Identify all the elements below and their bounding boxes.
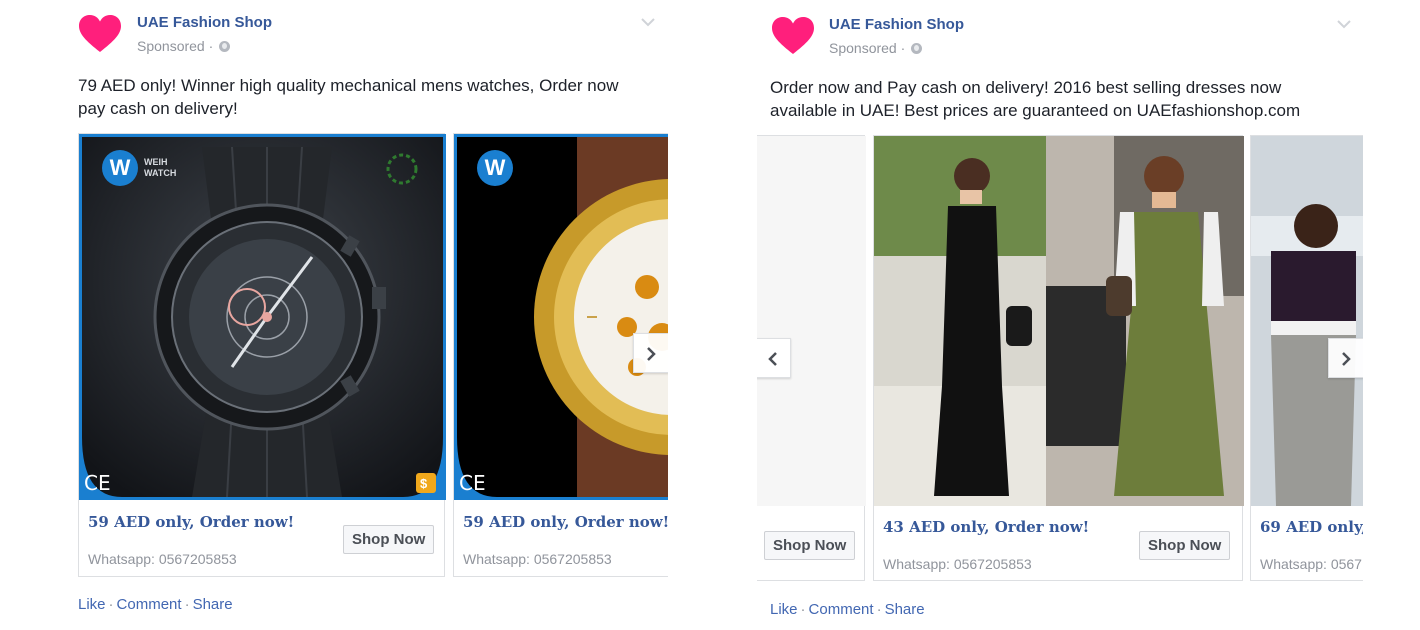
post-message-line: Order now and Pay cash on delivery! 2016… xyxy=(770,78,1282,97)
post-actions: Like · Comment · Share xyxy=(78,596,233,613)
card-headline[interactable]: 59 AED only, Order now! xyxy=(88,513,294,531)
ad-post-dresses: UAE Fashion Shop Sponsored · Order now a… xyxy=(700,0,1420,630)
carousel-next-button[interactable] xyxy=(1328,338,1363,378)
shop-now-button[interactable]: Shop Now xyxy=(764,531,856,560)
carousel-prev-button[interactable] xyxy=(757,338,791,378)
chevron-right-icon xyxy=(647,347,656,361)
post-actions: Like · Comment · Share xyxy=(770,601,925,618)
post-message-line: 79 AED only! Winner high quality mechani… xyxy=(78,76,619,95)
like-link[interactable]: Like xyxy=(78,596,106,613)
carousel: W WEIH WATCH CE $ 59 AED only, Order now… xyxy=(78,133,668,577)
chevron-left-icon xyxy=(768,352,777,366)
post-message: 79 AED only! Winner high quality mechani… xyxy=(78,74,618,120)
card-image-skirt[interactable] xyxy=(1251,136,1363,506)
card-headline[interactable]: 69 AED only, xyxy=(1260,518,1363,536)
shopping-bag-icon: $ xyxy=(420,476,428,491)
brand-name: WEIH WATCH xyxy=(144,157,177,178)
brand-logo: W xyxy=(477,150,513,186)
post-message-line: pay cash on delivery! xyxy=(78,99,238,118)
card-image-dresses[interactable] xyxy=(874,136,1244,506)
sponsored-text: Sponsored xyxy=(829,40,897,56)
comment-link[interactable]: Comment xyxy=(809,601,874,618)
skirt-image xyxy=(1251,136,1363,506)
carousel-card[interactable]: W WEIH WATCH CE $ 59 AED only, Order now… xyxy=(78,133,446,577)
sponsored-text: Sponsored xyxy=(137,38,205,54)
shop-now-button[interactable]: Shop Now xyxy=(343,525,435,554)
ad-post-watches: UAE Fashion Shop Sponsored · 79 AED only… xyxy=(0,0,700,630)
share-link[interactable]: Share xyxy=(193,596,233,613)
chevron-down-icon[interactable] xyxy=(1336,16,1352,32)
chevron-right-icon xyxy=(1342,352,1351,366)
card-subtext: Whatsapp: 0567205853 xyxy=(88,551,237,567)
card-subtext: Whatsapp: 0567 xyxy=(1260,556,1362,572)
card-subtext: Whatsapp: 0567205853 xyxy=(463,551,612,567)
heart-icon[interactable] xyxy=(771,16,815,56)
carousel: Shop Now 43 AED only, Order now! Whatsap… xyxy=(757,135,1363,581)
shop-now-button[interactable]: Shop Now xyxy=(1139,531,1231,560)
card-image-watch-gold[interactable]: W CE xyxy=(454,134,668,500)
globe-icon xyxy=(219,41,231,52)
brand-logo: W xyxy=(102,150,138,186)
page-name[interactable]: UAE Fashion Shop xyxy=(137,14,272,31)
share-link[interactable]: Share xyxy=(885,601,925,618)
card-headline[interactable]: 43 AED only, Order now! xyxy=(883,518,1089,536)
card-headline[interactable]: 59 AED only, Order now! xyxy=(463,513,668,531)
sponsored-label: Sponsored · xyxy=(137,38,231,54)
comment-link[interactable]: Comment xyxy=(117,596,182,613)
like-link[interactable]: Like xyxy=(770,601,798,618)
globe-icon xyxy=(911,43,923,54)
page-name[interactable]: UAE Fashion Shop xyxy=(829,16,964,33)
heart-icon[interactable] xyxy=(78,14,122,54)
card-image-dress[interactable] xyxy=(757,136,866,506)
carousel-next-button[interactable] xyxy=(633,333,668,373)
card-image-watch-black[interactable]: W WEIH WATCH CE $ xyxy=(79,134,446,500)
ce-mark-icon: CE xyxy=(84,471,111,495)
card-subtext: Whatsapp: 0567205853 xyxy=(883,556,1032,572)
post-message: Order now and Pay cash on delivery! 2016… xyxy=(770,76,1300,122)
carousel-card[interactable]: 43 AED only, Order now! Whatsapp: 056720… xyxy=(873,135,1244,581)
chevron-down-icon[interactable] xyxy=(640,14,656,30)
post-message-line: available in UAE! Best prices are guaran… xyxy=(770,101,1301,120)
ce-mark-icon: CE xyxy=(459,471,486,495)
dress-image xyxy=(874,136,1244,506)
watch-image xyxy=(82,137,443,497)
sponsored-label: Sponsored · xyxy=(829,40,923,56)
watch-image xyxy=(457,137,668,497)
